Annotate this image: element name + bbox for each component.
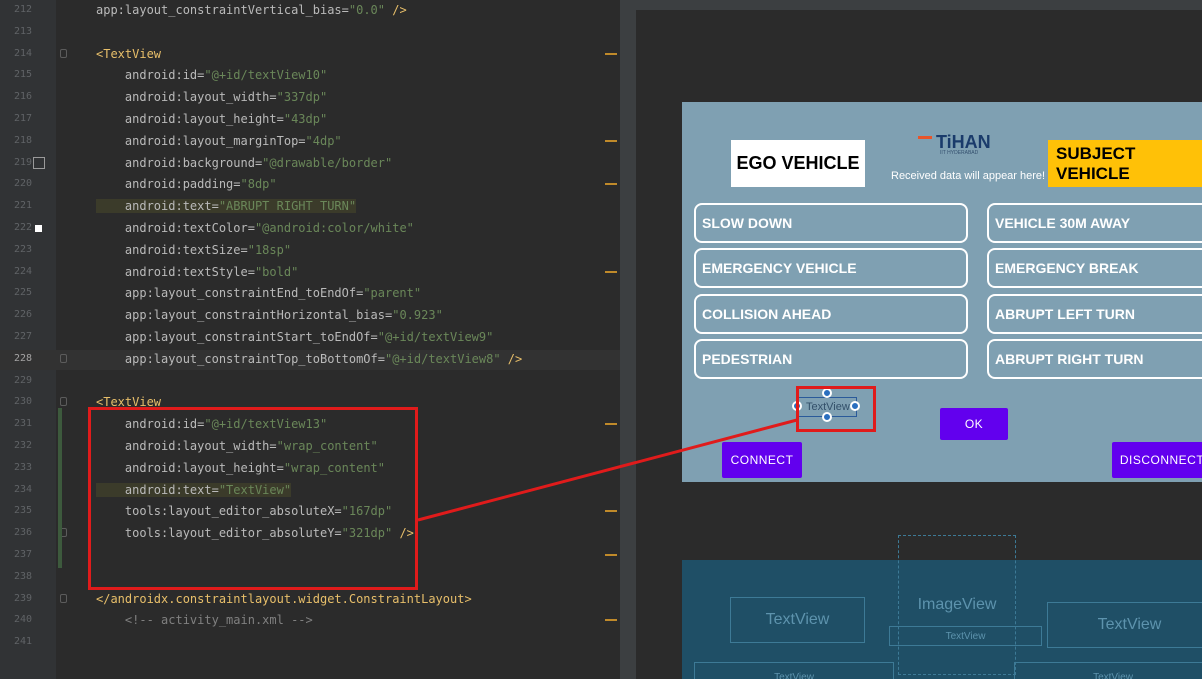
connector-line [417,418,798,522]
